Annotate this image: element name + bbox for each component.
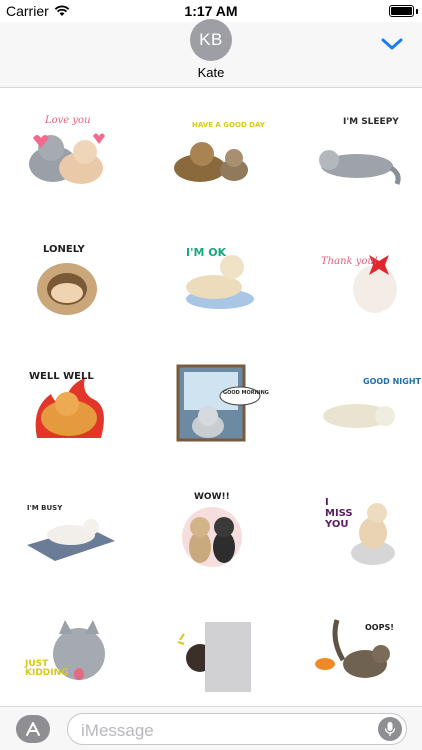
chevron-down-icon [381, 38, 403, 50]
sticker-caption: I'M BUSY [27, 504, 63, 512]
message-field[interactable]: iMessage [67, 713, 407, 745]
cat-on-back-image [323, 404, 395, 428]
cat-on-mat-image [27, 519, 115, 561]
microphone-icon [384, 722, 396, 736]
clock: 1:17 AM [184, 3, 238, 19]
sticker-im-busy[interactable]: I'M BUSY [12, 478, 122, 578]
dictation-button[interactable] [378, 717, 402, 741]
sticker-caption: GOOD MORNING [223, 390, 269, 396]
sticker-im-sleepy[interactable]: I'M SLEEPY [302, 103, 412, 203]
sticker-caption: I'M OK [186, 246, 227, 259]
sticker-lonely[interactable]: LONELY [12, 228, 122, 328]
sticker-good-night[interactable]: GOOD NIGHT [302, 353, 421, 453]
sticker-caption: LONELY [43, 244, 85, 255]
sticker-love-you[interactable]: Love you [12, 103, 122, 203]
sticker-just-kidding[interactable]: JUST KIDDING [12, 603, 122, 703]
conversation-header: KB Kate [0, 19, 422, 88]
sticker-caption: JUST KIDDING [25, 659, 69, 679]
sticker-caption: GOOD NIGHT [363, 377, 421, 386]
contact-name[interactable]: Kate [0, 65, 422, 80]
sticker-caption: WOW!! [194, 492, 230, 502]
battery-tip [416, 9, 418, 14]
sticker-oops[interactable]: OOPS! [302, 603, 412, 703]
startled-cat-image [315, 619, 390, 678]
drag-preview-placeholder [205, 622, 251, 692]
sticker-caption: I'M SLEEPY [343, 117, 399, 127]
avatar[interactable]: KB [190, 19, 232, 61]
app-store-button[interactable] [16, 715, 50, 743]
sticker-thank-you[interactable]: Thank you! [302, 228, 412, 328]
sticker-im-ok[interactable]: I'M OK [157, 228, 267, 328]
sticker-well-well[interactable]: WELL WELL [12, 353, 122, 453]
message-input-bar: iMessage [0, 706, 422, 750]
sticker-wow[interactable]: WOW!! [157, 478, 267, 578]
sticker-caption: I MISS YOU [325, 497, 353, 530]
sticker-grid: Love you HAVE A GOOD DAY I'M SLEEPY LONE… [0, 89, 422, 707]
sticker-caption: Love you [45, 115, 91, 126]
tongue-cat-image [53, 620, 105, 680]
sticker-good-morning[interactable]: GOOD MORNING [157, 353, 269, 453]
cat-window-image [176, 364, 261, 442]
message-placeholder: iMessage [81, 721, 154, 740]
sticker-have-a-good-day[interactable]: HAVE A GOOD DAY [157, 103, 267, 203]
app-store-icon [26, 722, 40, 736]
battery-icon [389, 5, 414, 17]
sticker-caption: HAVE A GOOD DAY [192, 121, 265, 129]
sticker-i-miss-you[interactable]: I MISS YOU [302, 478, 412, 578]
white-cat-bow-image [353, 255, 397, 313]
sticker-caption: WELL WELL [29, 371, 94, 382]
collapse-button[interactable] [380, 34, 404, 54]
sticker-caption: OOPS! [365, 623, 394, 632]
sticker-caption: Thank you! [321, 256, 378, 267]
